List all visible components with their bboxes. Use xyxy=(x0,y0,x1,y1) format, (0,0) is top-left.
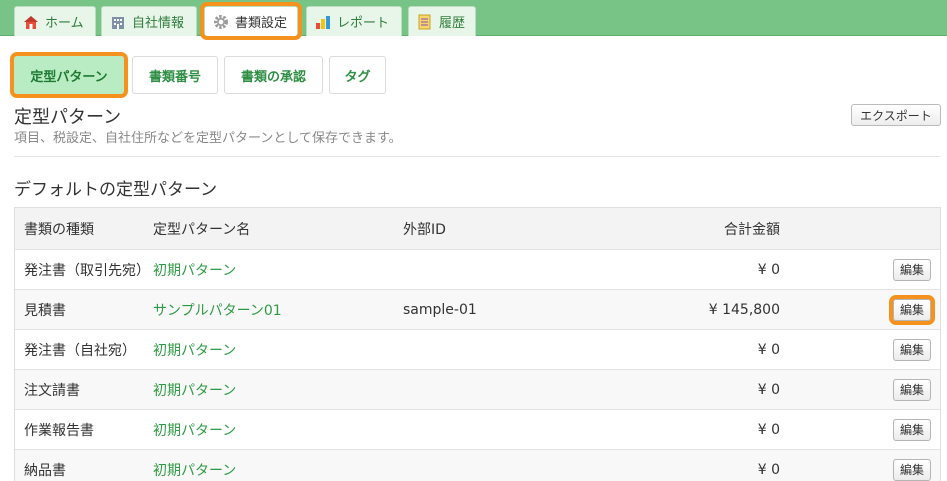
tab-home-label: ホーム xyxy=(45,16,84,31)
subtab-document-approval[interactable]: 書類の承認 xyxy=(224,56,323,94)
tab-document-settings[interactable]: 書類設定 xyxy=(200,2,302,40)
row-total: ¥ 0 xyxy=(757,421,780,438)
row-pattern-link[interactable]: サンプルパターン01 xyxy=(153,290,282,329)
subtab-document-numbers[interactable]: 書類番号 xyxy=(132,56,218,94)
page-title: 定型パターン xyxy=(14,107,122,128)
row-pattern-link[interactable]: 初期パターン xyxy=(153,370,236,409)
export-button[interactable]: エクスポート xyxy=(851,104,941,126)
table-row: 納品書 初期パターン ¥ 0 編集 xyxy=(15,450,940,481)
edit-button[interactable]: 編集 xyxy=(893,338,931,361)
subtab-label: 書類の承認 xyxy=(240,69,306,85)
divider xyxy=(14,156,941,157)
subtab-label: タグ xyxy=(344,69,371,85)
patterns-table: 書類の種類 定型パターン名 外部ID 合計金額 発注書（取引先宛） 初期パターン… xyxy=(14,207,941,481)
home-icon xyxy=(23,14,39,30)
building-icon xyxy=(110,14,126,30)
row-type: 納品書 xyxy=(24,462,66,479)
top-navigation: ホーム 自社情報 書類設定 レポート 履歴 xyxy=(0,0,947,40)
header-external-id: 外部ID xyxy=(403,221,446,238)
tab-company-info-label: 自社情報 xyxy=(132,16,185,31)
edit-button[interactable]: 編集 xyxy=(893,458,931,481)
row-total: ¥ 0 xyxy=(757,381,780,398)
subtab-tags[interactable]: タグ xyxy=(329,56,386,94)
subtab-standard-patterns[interactable]: 定型パターン xyxy=(10,52,128,98)
row-type: 発注書（取引先宛） xyxy=(24,262,150,279)
table-row: 注文請書 初期パターン ¥ 0 編集 xyxy=(15,370,940,410)
row-type: 見積書 xyxy=(24,302,66,319)
page-description: 項目、税設定、自社住所などを定型パターンとして保存できます。 xyxy=(14,131,402,146)
row-total: ¥ 0 xyxy=(757,341,780,358)
bar-chart-icon xyxy=(315,14,331,30)
table-header: 書類の種類 定型パターン名 外部ID 合計金額 xyxy=(15,208,940,250)
row-external-id: sample-01 xyxy=(403,301,477,318)
subtab-label: 書類番号 xyxy=(148,69,201,85)
header-type: 書類の種類 xyxy=(24,221,94,238)
edit-button[interactable]: 編集 xyxy=(893,258,931,281)
row-type: 注文請書 xyxy=(24,382,80,399)
row-total: ¥ 0 xyxy=(757,261,780,278)
row-total: ¥ 145,800 xyxy=(708,301,780,318)
header-name: 定型パターン名 xyxy=(153,221,251,238)
tab-company-info[interactable]: 自社情報 xyxy=(101,6,197,36)
row-type: 作業報告書 xyxy=(24,422,94,439)
edit-button[interactable]: 編集 xyxy=(893,378,931,401)
header-total: 合計金額 xyxy=(724,221,780,238)
tab-report[interactable]: レポート xyxy=(306,6,402,36)
row-total: ¥ 0 xyxy=(757,461,780,478)
row-type: 発注書（自社宛） xyxy=(24,342,136,359)
table-row: 発注書（自社宛） 初期パターン ¥ 0 編集 xyxy=(15,330,940,370)
table-row: 発注書（取引先宛） 初期パターン ¥ 0 編集 xyxy=(15,250,940,290)
tab-history-label: 履歴 xyxy=(439,16,466,31)
subtab-label: 定型パターン xyxy=(30,69,108,85)
tab-history[interactable]: 履歴 xyxy=(408,6,476,36)
table-row: 作業報告書 初期パターン ¥ 0 編集 xyxy=(15,410,940,450)
gear-icon xyxy=(213,14,229,30)
row-pattern-link[interactable]: 初期パターン xyxy=(153,410,236,449)
tab-home[interactable]: ホーム xyxy=(14,6,96,36)
history-icon xyxy=(417,14,433,30)
row-pattern-link[interactable]: 初期パターン xyxy=(153,330,236,369)
edit-button[interactable]: 編集 xyxy=(889,294,935,325)
row-pattern-link[interactable]: 初期パターン xyxy=(153,450,236,481)
row-pattern-link[interactable]: 初期パターン xyxy=(153,250,236,289)
edit-button[interactable]: 編集 xyxy=(893,418,931,441)
tab-report-label: レポート xyxy=(337,16,390,31)
tab-document-settings-label: 書類設定 xyxy=(235,16,288,31)
default-patterns-heading: デフォルトの定型パターン xyxy=(14,180,218,200)
table-row: 見積書 サンプルパターン01 sample-01 ¥ 145,800 編集 xyxy=(15,290,940,330)
